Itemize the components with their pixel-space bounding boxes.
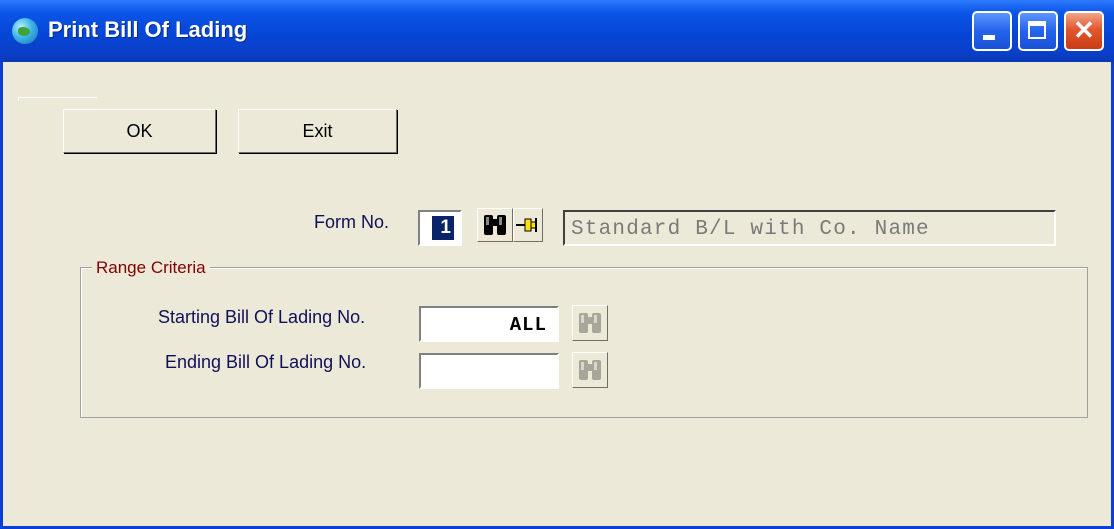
range-criteria-group [80, 267, 1088, 418]
window-title: Print Bill Of Lading [48, 17, 248, 42]
form-pin-button[interactable] [513, 208, 543, 242]
form-no-value: 1 [432, 216, 454, 240]
binoculars-icon [484, 215, 506, 235]
ending-bol-label: Ending Bill Of Lading No. [165, 352, 367, 372]
minimize-button[interactable] [972, 11, 1012, 51]
close-button[interactable]: ✕ [1064, 11, 1104, 51]
binoculars-icon [579, 360, 601, 380]
form-name-display: Standard B/L with Co. Name [563, 210, 1056, 246]
tab-stub-edge [18, 97, 97, 101]
title-bar[interactable]: Print Bill Of Lading ✕ [0, 0, 1114, 62]
form-lookup-button[interactable] [477, 208, 513, 242]
starting-bol-label: Starting Bill Of Lading No. [158, 307, 366, 327]
ok-button[interactable]: OK [63, 109, 216, 153]
form-name-text: Standard B/L with Co. Name [571, 218, 930, 241]
starting-bol-value: ALL [509, 314, 547, 336]
range-criteria-legend: Range Criteria [92, 258, 210, 278]
pushpin-icon [516, 218, 537, 232]
close-icon: ✕ [1073, 15, 1095, 45]
ending-bol-input[interactable] [419, 353, 559, 389]
exit-button[interactable]: Exit [238, 109, 397, 153]
form-no-label: Form No. [314, 212, 390, 232]
binoculars-icon [579, 313, 601, 333]
maximize-button[interactable] [1018, 11, 1058, 51]
globe-icon [12, 18, 38, 44]
starting-bol-input[interactable]: ALL [419, 306, 559, 342]
starting-bol-lookup-button[interactable] [572, 305, 608, 341]
form-no-input[interactable]: 1 [418, 210, 462, 246]
ending-bol-lookup-button[interactable] [572, 352, 608, 388]
